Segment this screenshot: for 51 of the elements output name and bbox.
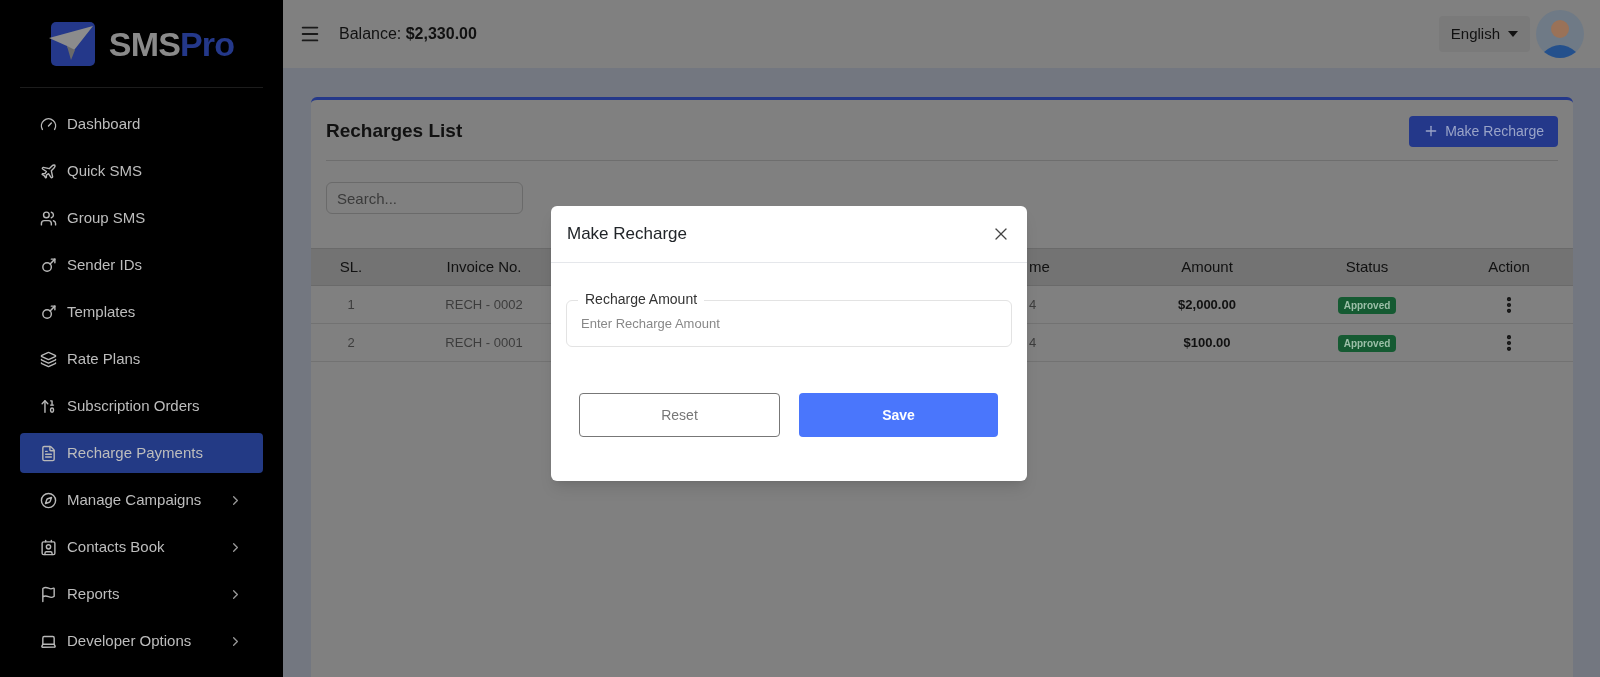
contact-card-icon	[40, 538, 57, 556]
sidebar-item[interactable]: Developer Options	[20, 621, 263, 661]
layers-icon	[40, 350, 57, 368]
field-label: Recharge Amount	[578, 291, 705, 307]
sidebar-item[interactable]: Quick SMS	[20, 151, 263, 191]
paper-plane-logo-icon	[48, 19, 97, 68]
column-header: me	[1029, 258, 1050, 275]
column-header: Status	[1345, 258, 1389, 275]
table-cell: 4	[1029, 296, 1037, 312]
balance-text: Balance: $2,330.00	[339, 24, 477, 44]
column-header: Invoice No.	[446, 258, 522, 275]
plane-icon	[40, 162, 57, 180]
card-title: Recharges List	[326, 118, 463, 143]
table-cell: 2	[347, 334, 355, 350]
column-header: Action	[1488, 258, 1530, 275]
sidebar-item[interactable]: Rate Plans	[20, 339, 263, 379]
sidebar-item[interactable]: Sender IDs	[20, 245, 263, 285]
table-cell: $100.00	[1183, 334, 1231, 350]
male-symbol-icon	[40, 256, 57, 274]
table-cell: RECH - 0002	[445, 296, 523, 312]
logo-text: SMSPro	[108, 26, 235, 61]
column-header: Amount	[1181, 258, 1233, 275]
search-field[interactable]: Search...	[326, 182, 523, 214]
make-recharge-button[interactable]: Make Recharge	[1409, 115, 1558, 147]
sidebar-item[interactable]: Contacts Book	[20, 527, 263, 567]
table-cell: 4	[1029, 334, 1037, 350]
caret-icon	[1508, 31, 1518, 37]
table-cell: $2,000.00	[1178, 296, 1236, 312]
save-button[interactable]: Save	[799, 393, 998, 437]
sidebar-item[interactable]: Group SMS	[20, 198, 263, 238]
document-icon	[40, 444, 57, 462]
users-icon	[40, 209, 57, 227]
sidebar-item[interactable]: Recharge Payments	[20, 433, 263, 473]
gauge-icon	[40, 115, 57, 133]
sidebar-item[interactable]: Dashboard	[20, 104, 263, 144]
sort-icon	[40, 397, 57, 415]
language-dropdown[interactable]: English	[1438, 16, 1530, 52]
table-cell: RECH - 0001	[445, 334, 523, 350]
column-header: SL.	[339, 258, 363, 275]
sidebar-item[interactable]: Reports	[20, 574, 263, 614]
sidebar-item[interactable]: Subscription Orders	[20, 386, 263, 426]
status-badge: Approved	[1337, 334, 1397, 352]
sidebar-item[interactable]: Templates	[20, 292, 263, 332]
status-badge: Approved	[1337, 296, 1397, 314]
modal-title: Make Recharge	[567, 223, 687, 246]
table-cell: 1	[347, 296, 355, 312]
reset-button[interactable]: Reset	[579, 393, 780, 437]
sidebar-item[interactable]: Manage Campaigns	[20, 480, 263, 520]
male-symbol-icon	[40, 303, 57, 321]
compass-icon	[40, 491, 57, 509]
flag-icon	[40, 585, 57, 603]
